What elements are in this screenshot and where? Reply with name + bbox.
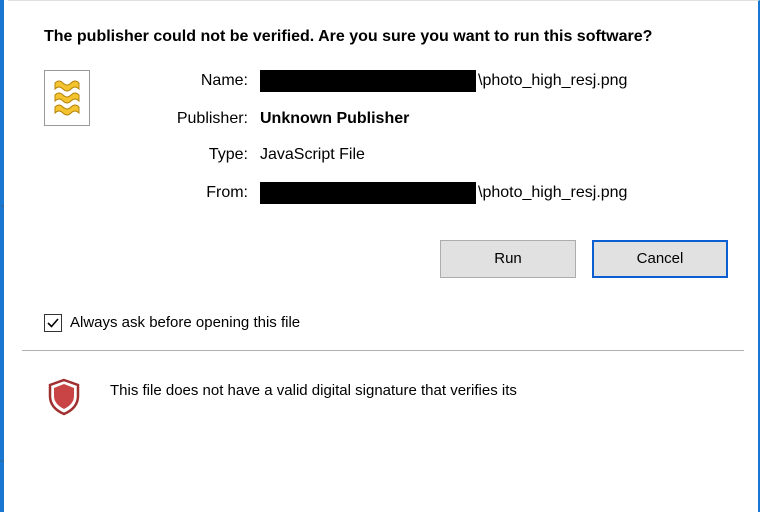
run-button[interactable]: Run bbox=[440, 240, 576, 278]
publisher-value: Unknown Publisher bbox=[260, 110, 728, 128]
dialog-heading: The publisher could not be verified. Are… bbox=[44, 27, 728, 48]
security-warning-dialog: The publisher could not be verified. Are… bbox=[8, 0, 760, 512]
footer-warning-text: This file does not have a valid digital … bbox=[110, 376, 517, 401]
type-value: JavaScript File bbox=[260, 146, 728, 164]
always-ask-label: Always ask before opening this file bbox=[70, 314, 300, 331]
name-value: \photo_high_resj.png bbox=[260, 70, 728, 92]
redacted-path bbox=[260, 70, 476, 92]
script-file-icon bbox=[44, 70, 108, 126]
name-label: Name: bbox=[114, 72, 254, 90]
publisher-label: Publisher: bbox=[114, 110, 254, 128]
from-value: \photo_high_resj.png bbox=[260, 182, 728, 204]
from-label: From: bbox=[114, 184, 254, 202]
cancel-button[interactable]: Cancel bbox=[592, 240, 728, 278]
type-label: Type: bbox=[114, 146, 254, 164]
always-ask-checkbox[interactable] bbox=[44, 314, 62, 332]
redacted-path bbox=[260, 182, 476, 204]
shield-warning-icon bbox=[44, 376, 84, 416]
